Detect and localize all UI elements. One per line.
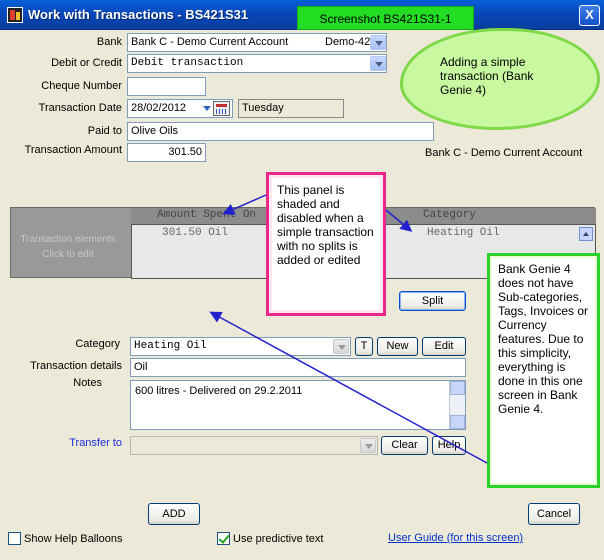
user-guide-link[interactable]: User Guide (for this screen) xyxy=(388,532,523,544)
cancel-button[interactable]: Cancel xyxy=(528,503,580,525)
show-help-checkbox[interactable] xyxy=(8,532,21,545)
annotation-arrows xyxy=(209,194,488,464)
arrow-to-category-column xyxy=(385,209,413,232)
show-help-label: Show Help Balloons xyxy=(24,533,123,545)
arrow-to-amount-column xyxy=(222,194,267,215)
predictive-text-label: Use predictive text xyxy=(233,533,324,545)
add-button[interactable]: ADD xyxy=(148,503,200,525)
arrow-to-category-field xyxy=(209,311,488,464)
predictive-text-checkbox[interactable] xyxy=(217,532,230,545)
